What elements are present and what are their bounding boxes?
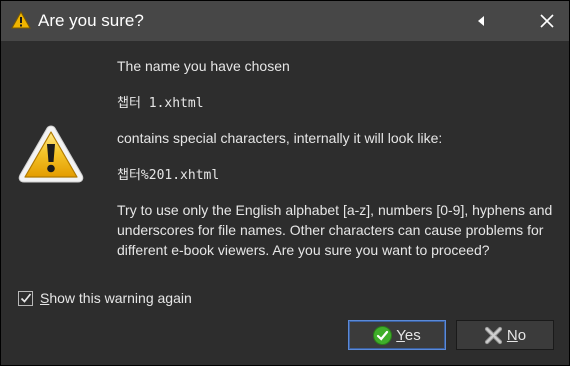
message-intro: The name you have chosen <box>117 58 290 74</box>
checkmark-icon <box>20 293 31 303</box>
confirm-dialog: Are you sure? The name you have chosen 챕… <box>0 0 570 366</box>
show-warning-checkbox[interactable]: Show this warning again <box>18 290 192 306</box>
red-x-icon <box>484 326 503 345</box>
message-special-chars: contains special characters, internally … <box>117 130 443 146</box>
no-button[interactable]: No <box>456 320 554 350</box>
yes-label: Yes <box>396 326 421 344</box>
green-check-icon <box>373 325 393 345</box>
no-label: No <box>506 326 527 344</box>
dialog-title: Are you sure? <box>38 11 144 30</box>
checkbox-label: Show this warning again <box>40 290 192 306</box>
yes-button[interactable]: Yes <box>348 320 446 350</box>
warning-text: Try to use only the English alphabet [a-… <box>117 202 553 258</box>
close-icon[interactable] <box>532 7 562 35</box>
collapse-arrow-icon[interactable] <box>466 7 496 35</box>
warning-icon <box>11 10 31 29</box>
warning-icon <box>17 123 85 185</box>
chosen-filename: 챕터 1.xhtml <box>117 96 204 111</box>
checkbox-box[interactable] <box>18 290 33 306</box>
encoded-filename: 챕터%201.xhtml <box>117 168 220 183</box>
title-bar[interactable]: Are you sure? <box>1 1 569 41</box>
